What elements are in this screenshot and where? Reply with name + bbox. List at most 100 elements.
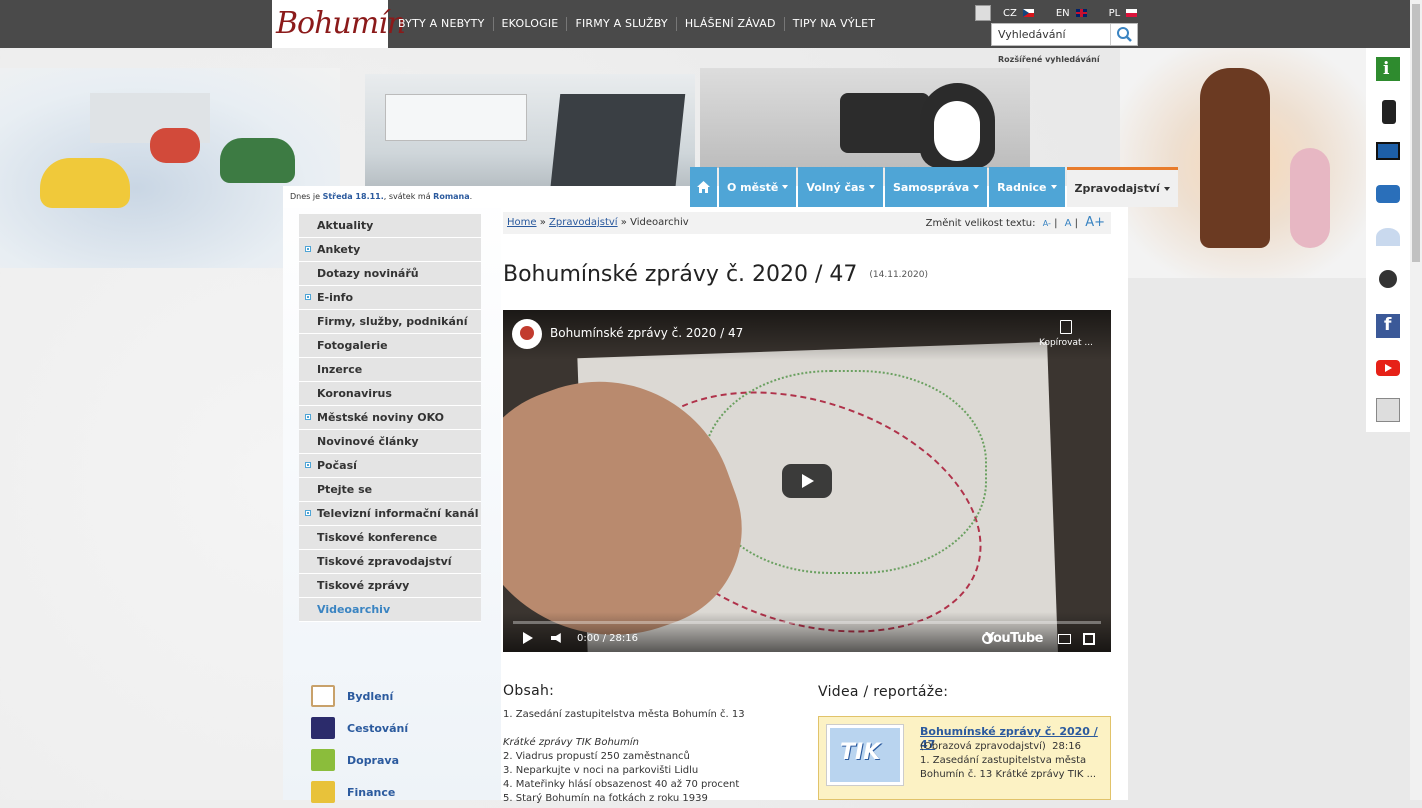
map-icon[interactable] bbox=[1376, 228, 1400, 246]
polish-flag-icon bbox=[1126, 9, 1138, 17]
lang-cz[interactable]: CZ bbox=[1003, 8, 1034, 19]
sidebar-item-label: Inzerce bbox=[317, 363, 363, 376]
videos-heading: Videa / reportáže: bbox=[818, 684, 949, 700]
topnav-hlaseni[interactable]: HLÁŠENÍ ZÁVAD bbox=[677, 17, 785, 31]
chevron-down-icon bbox=[1050, 185, 1057, 189]
video-time: 0:00 / 28:16 bbox=[577, 633, 639, 644]
sidebar-item-label: E-info bbox=[317, 291, 354, 304]
breadcrumb-current: Videoarchiv bbox=[630, 217, 689, 228]
document-icon[interactable] bbox=[1376, 398, 1400, 422]
scrollbar[interactable] bbox=[1410, 0, 1422, 800]
category-bydleni[interactable]: Bydlení bbox=[311, 680, 481, 712]
chevron-down-icon bbox=[973, 185, 980, 189]
sidebar-item[interactable]: Novinové články bbox=[299, 430, 481, 454]
topnav-ekologie[interactable]: EKOLOGIE bbox=[494, 17, 568, 31]
accessibility-icon[interactable] bbox=[975, 5, 991, 21]
camera-icon[interactable] bbox=[1379, 270, 1397, 288]
content-summary: Obsah: 1. Zasedání zastupitelstva města … bbox=[503, 684, 803, 806]
summary-heading: Obsah: bbox=[503, 683, 555, 699]
sidebar-item[interactable]: Počasí bbox=[299, 454, 481, 478]
photo-concert bbox=[1120, 48, 1366, 278]
sidebar-item[interactable]: Aktuality bbox=[299, 214, 481, 238]
sidebar-item-label: Počasí bbox=[317, 459, 357, 472]
lang-pl[interactable]: PL bbox=[1109, 8, 1138, 19]
sidebar-item[interactable]: Inzerce bbox=[299, 358, 481, 382]
webcam-icon[interactable] bbox=[1376, 185, 1400, 203]
sidebar-item[interactable]: E-info bbox=[299, 286, 481, 310]
house-icon bbox=[311, 685, 335, 707]
fullscreen-icon[interactable] bbox=[1083, 633, 1095, 645]
video-thumbnail[interactable]: TIK bbox=[827, 725, 903, 785]
topnav-byty[interactable]: BYTY A NEBYTY bbox=[390, 17, 494, 31]
search-input[interactable] bbox=[992, 24, 1114, 45]
sidebar-item-label: Koronavirus bbox=[317, 387, 392, 400]
sidebar-item[interactable]: Dotazy novinářů bbox=[299, 262, 481, 286]
sidebar-item-label: Novinové články bbox=[317, 435, 419, 448]
text-size-small[interactable]: A- bbox=[1043, 219, 1051, 228]
sidebar-item-label: Televizní informační kanál bbox=[317, 507, 479, 520]
category-doprava[interactable]: Doprava bbox=[311, 744, 481, 776]
sidebar-item[interactable]: Koronavirus bbox=[299, 382, 481, 406]
play-icon[interactable] bbox=[523, 632, 533, 644]
sidebar-item-label: Ptejte se bbox=[317, 483, 373, 496]
nav-volny-cas[interactable]: Volný čas bbox=[798, 167, 883, 207]
tv-icon[interactable] bbox=[1376, 142, 1400, 160]
search-button[interactable] bbox=[1110, 24, 1137, 45]
facebook-icon[interactable] bbox=[1376, 314, 1400, 338]
text-size-normal[interactable]: A bbox=[1065, 218, 1072, 229]
home-button[interactable] bbox=[690, 167, 717, 207]
play-button-large[interactable] bbox=[782, 464, 832, 498]
nav-zpravodajstvi[interactable]: Zpravodajství bbox=[1066, 167, 1178, 207]
scrollbar-thumb[interactable] bbox=[1412, 4, 1420, 262]
photo-tv-crew bbox=[700, 68, 1030, 168]
expand-icon bbox=[305, 414, 311, 420]
video-card[interactable]: TIK Bohumínské zprávy č. 2020 / 47 (Obra… bbox=[818, 716, 1111, 800]
sidebar-item-label: Fotogalerie bbox=[317, 339, 388, 352]
nav-radnice[interactable]: Radnice bbox=[989, 167, 1065, 207]
nav-samosprava[interactable]: Samospráva bbox=[884, 167, 988, 207]
sidebar-item-label: Ankety bbox=[317, 243, 361, 256]
nav-o-meste[interactable]: O městě bbox=[719, 167, 797, 207]
category-cestovani[interactable]: Cestování bbox=[311, 712, 481, 744]
sidebar-item[interactable]: Fotogalerie bbox=[299, 334, 481, 358]
sidebar-item[interactable]: Televizní informační kanál bbox=[299, 502, 481, 526]
sidebar-item[interactable]: Tiskové zprávy bbox=[299, 574, 481, 598]
breadcrumb-home[interactable]: Home bbox=[507, 217, 537, 228]
sidebar-item-label: Tiskové konference bbox=[317, 531, 438, 544]
youtube-icon[interactable] bbox=[1376, 360, 1400, 376]
sidebar-item[interactable]: Ptejte se bbox=[299, 478, 481, 502]
mobile-icon[interactable] bbox=[1382, 100, 1396, 124]
info-icon[interactable] bbox=[1376, 57, 1400, 81]
utility-sidebar bbox=[1366, 48, 1410, 432]
cast-icon[interactable] bbox=[1058, 634, 1071, 644]
category-finance[interactable]: Finance bbox=[311, 776, 481, 808]
sidebar-item[interactable]: Tiskové zpravodajství bbox=[299, 550, 481, 574]
copy-link-button[interactable]: Kopírovat ... bbox=[1039, 320, 1093, 348]
sidebar-item[interactable]: Ankety bbox=[299, 238, 481, 262]
sidebar-item[interactable]: Městské noviny OKO bbox=[299, 406, 481, 430]
text-size-large[interactable]: A+ bbox=[1085, 215, 1105, 230]
video-title[interactable]: Bohumínské zprávy č. 2020 / 47 bbox=[550, 326, 743, 340]
channel-logo-icon[interactable] bbox=[512, 319, 542, 349]
sidebar-item-label: Aktuality bbox=[317, 219, 374, 232]
youtube-logo[interactable]: YouTube bbox=[985, 631, 1043, 646]
expand-icon bbox=[305, 294, 311, 300]
sidebar-item[interactable]: Firmy, služby, podnikání bbox=[299, 310, 481, 334]
site-logo[interactable]: Bohumín bbox=[272, 0, 406, 48]
summary-item: 2. Viadrus propustí 250 zaměstnanců bbox=[503, 751, 690, 762]
topnav-tipy[interactable]: TIPY NA VÝLET bbox=[785, 17, 883, 31]
sidebar-item[interactable]: Tiskové konference bbox=[299, 526, 481, 550]
lang-en[interactable]: EN bbox=[1056, 8, 1087, 19]
video-player[interactable]: Bohumínské zprávy č. 2020 / 47 Kopírovat… bbox=[503, 310, 1111, 652]
logo-text: Bohumín bbox=[276, 6, 406, 41]
progress-bar[interactable] bbox=[513, 621, 1101, 624]
breadcrumb-zpravodajstvi[interactable]: Zpravodajství bbox=[549, 217, 618, 228]
summary-item: 3. Neparkujte v noci na parkovišti Lidlu bbox=[503, 765, 699, 776]
sidebar-item[interactable]: Videoarchiv bbox=[299, 598, 481, 622]
breadcrumb: Home » Zpravodajství » Videoarchiv Změni… bbox=[503, 212, 1111, 234]
page-title: Bohumínské zprávy č. 2020 / 47 (14.11.202… bbox=[503, 262, 928, 287]
sidebar-item-label: Tiskové zprávy bbox=[317, 579, 410, 592]
topnav-firmy[interactable]: FIRMY A SLUŽBY bbox=[567, 17, 677, 31]
transport-icon bbox=[311, 749, 335, 771]
czech-flag-icon bbox=[1022, 9, 1034, 17]
